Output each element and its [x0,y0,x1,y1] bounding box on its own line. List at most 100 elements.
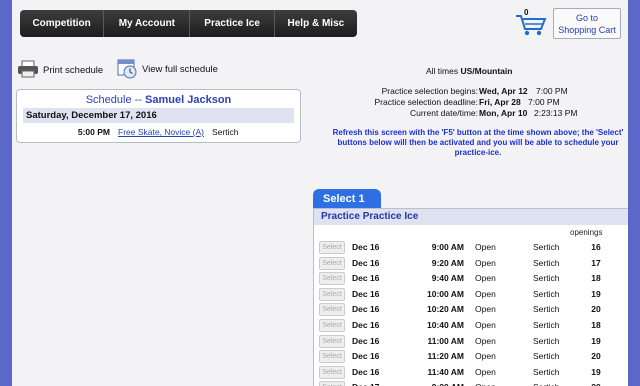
printer-icon [17,60,39,81]
session-rink: Sertich [533,304,560,315]
session-openings: 20 [591,351,601,362]
panel-title: Practice Practice Ice [314,209,628,225]
session-type: Open [475,351,496,362]
view-full-schedule-link[interactable]: View full schedule [116,57,218,82]
selection-deadline-time: 7:00 PM [528,97,560,107]
session-time: 10:40 AM [426,320,464,330]
session-time: 9:20 AM [431,257,464,268]
session-row: Select Dec 16 10:40 AM Open Sertich 18 [314,318,628,334]
current-time: 2:23:13 PM [534,108,578,118]
session-date: Dec 16 [352,288,380,299]
select-button[interactable]: Select [319,256,345,270]
session-time: 9:00 AM [431,242,464,252]
timezone-note: All times US/Mountain [426,66,512,76]
select-button[interactable]: Select [319,241,345,254]
session-rink: Sertich [533,351,560,362]
select-button[interactable]: Select [319,272,345,286]
session-openings: 18 [591,273,601,284]
select-button[interactable]: Select [319,365,345,379]
session-openings: 19 [591,288,601,299]
timezone-prefix: All times [426,66,459,76]
nav-my-account[interactable]: My Account [104,10,191,37]
session-rink: Sertich [533,242,560,252]
nav-help-misc[interactable]: Help & Misc [275,10,357,37]
schedule-title: Schedule -- Samuel Jackson [17,94,300,106]
session-type: Open [475,304,496,315]
session-date: Dec 17 [352,380,379,386]
select-button[interactable]: Select [319,287,345,301]
session-row: Select Dec 16 11:40 AM Open Sertich 19 [314,365,628,381]
calendar-clock-icon [116,57,138,82]
session-row: Select Dec 16 11:00 AM Open Sertich 19 [314,334,628,350]
schedule-box: Schedule -- Samuel Jackson Saturday, Dec… [16,89,301,143]
session-date: Dec 16 [352,351,380,362]
schedule-date: Saturday, December 17, 2016 [23,108,294,123]
skater-name: Samuel Jackson [145,94,232,106]
select-button[interactable]: Select [319,350,345,364]
session-type: Open [475,380,496,386]
selection-begins-time: 7:00 PM [536,86,568,96]
session-openings: 18 [591,320,601,330]
schedule-item-rink: Sertich [212,127,239,137]
session-date: Dec 16 [352,366,380,377]
refresh-notice: Refresh this screen with the 'F5' button… [332,128,624,157]
main-nav: Competition My Account Practice Ice Help… [20,10,357,37]
session-rink: Sertich [533,366,560,377]
session-type: Open [475,242,496,252]
session-date: Dec 16 [352,273,380,284]
session-row: Select Dec 17 9:20 AM Open Sertich 20 [314,380,628,386]
shopping-cart-icon[interactable] [514,12,548,38]
print-schedule-label: Print schedule [43,65,104,76]
session-rink: Sertich [533,335,560,346]
session-type: Open [475,335,496,346]
session-time: 11:20 AM [427,351,464,362]
schedule-item-event-link[interactable]: Free Skate, Novice (A) [118,127,206,137]
view-full-schedule-label: View full schedule [142,64,218,75]
session-date: Dec 16 [352,242,380,252]
select-button[interactable]: Select [319,303,345,317]
session-row: Select Dec 16 10:20 AM Open Sertich 20 [314,302,628,318]
session-openings: 20 [586,380,606,386]
session-type: Open [475,273,496,284]
cart-button-line1: Go to [575,12,598,23]
session-date: Dec 16 [352,335,380,346]
timezone-value: US/Mountain [460,66,513,76]
schedule-item-time: 5:00 PM [77,127,110,137]
page: Competition My Account Practice Ice Help… [12,0,628,386]
practice-ice-panel: Practice Practice Ice openings Select Dec… [313,208,628,386]
session-time: 9:40 AM [431,273,464,284]
session-openings: 16 [591,242,601,252]
session-rink: Sertich [533,273,560,284]
current-date: Mon, Apr 10 [479,108,528,118]
select-button[interactable]: Select [319,319,345,332]
go-to-cart-button[interactable]: Go to Shopping Cart [553,8,621,39]
selection-deadline-date: Fri, Apr 28 [479,97,521,107]
schedule-item: 5:00 PM Free Skate, Novice (A) Sertich [17,127,300,137]
session-time: 11:00 AM [427,335,464,346]
session-type: Open [475,257,496,268]
nav-practice-ice[interactable]: Practice Ice [190,10,275,37]
session-time: 11:40 AM [427,366,464,377]
session-date: Dec 16 [352,257,380,268]
session-rink: Sertich [533,320,560,330]
session-rink: Sertich [533,380,559,386]
session-time: 10:00 AM [426,288,464,299]
nav-competition[interactable]: Competition [20,10,105,37]
tab-select-1[interactable]: Select 1 [313,189,381,209]
cart-button-line2: Shopping Cart [558,24,616,35]
print-schedule-link[interactable]: Print schedule [17,60,103,81]
session-row: Select Dec 16 10:00 AM Open Sertich 19 [314,287,628,303]
session-date: Dec 16 [352,320,380,330]
session-type: Open [475,366,496,377]
select-button[interactable]: Select [319,334,345,348]
session-time: 10:20 AM [426,304,464,315]
session-openings: 19 [591,335,601,346]
session-date: Dec 16 [352,304,380,315]
session-openings: 20 [591,304,601,315]
session-row: Select Dec 16 9:00 AM Open Sertich 16 [314,240,628,256]
session-type: Open [475,320,496,330]
current-datetime-label: Current date/time: [409,108,478,118]
session-openings: 19 [591,366,601,377]
session-time: 9:20 AM [424,380,464,386]
select-button[interactable]: Select [319,381,345,386]
